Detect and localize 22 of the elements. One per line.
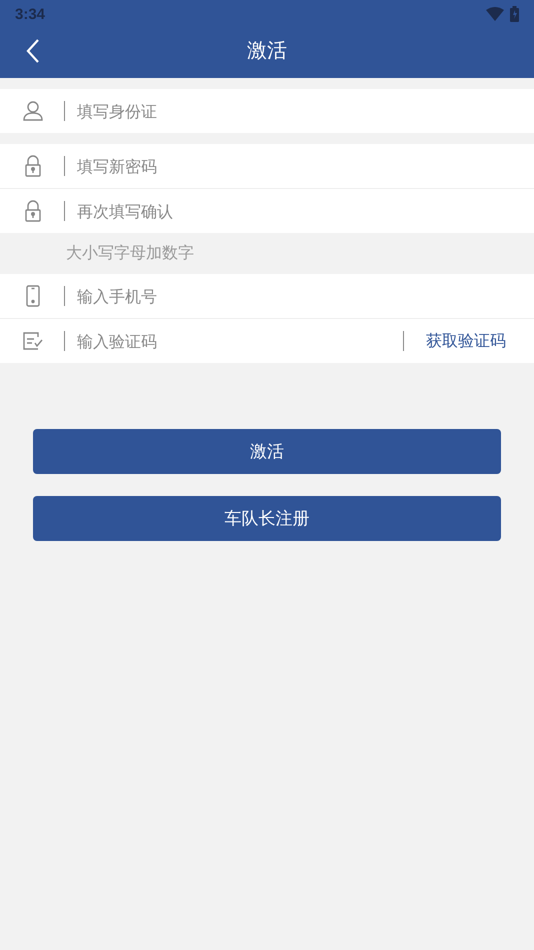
phone-icon (26, 285, 40, 307)
input-field[interactable]: 输入手机号 (77, 282, 534, 310)
input-field[interactable]: 再次填写确认 (77, 198, 534, 224)
battery-icon (510, 6, 519, 22)
action-button[interactable]: 激活 (33, 429, 501, 474)
form-row[interactable]: 填写身份证 (0, 89, 534, 133)
verification-icon (23, 332, 43, 350)
form-row[interactable]: 输入手机号 (0, 274, 534, 318)
page-title: 激活 (247, 36, 287, 64)
form-row[interactable]: 填写新密码 (0, 144, 534, 188)
person-icon (22, 100, 44, 122)
status-time: 3:34 (15, 6, 46, 22)
lock-icon (24, 155, 42, 177)
input-field[interactable]: 输入验证码 (77, 328, 403, 354)
form-row[interactable]: 再次填写确认 (0, 189, 534, 233)
wifi-icon (486, 7, 504, 21)
action-button[interactable]: 车队长注册 (33, 496, 501, 541)
form-row[interactable]: 输入验证码 获取验证码 (0, 319, 534, 363)
input-field[interactable]: 填写新密码 (77, 152, 534, 180)
password-hint: 大小写字母加数字 (66, 243, 194, 264)
lock-icon (24, 200, 42, 222)
get-code-button[interactable]: 获取验证码 (426, 326, 506, 356)
